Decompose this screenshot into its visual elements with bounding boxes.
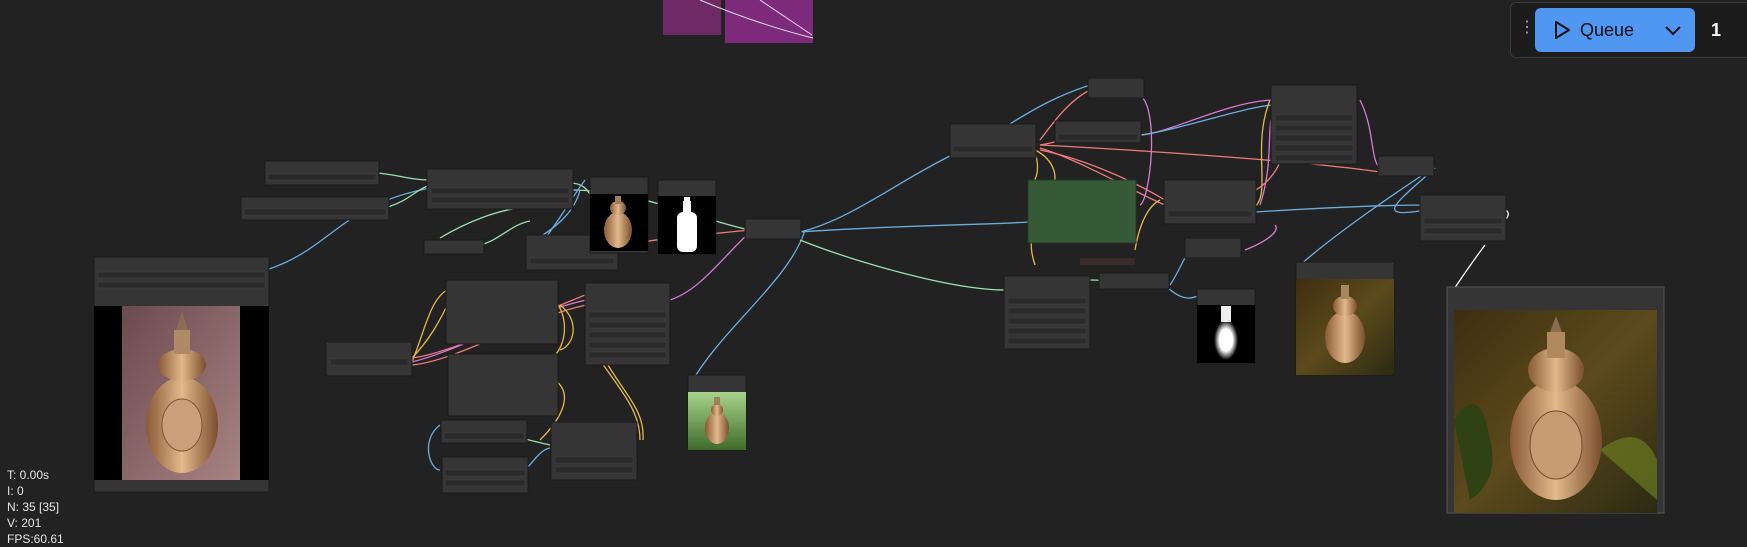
mask-preview-node[interactable] [657, 179, 717, 255]
green-preview-node[interactable] [687, 374, 747, 451]
node[interactable] [744, 218, 802, 240]
queue-button[interactable]: Queue [1535, 8, 1695, 52]
node[interactable] [1054, 120, 1142, 144]
vertical-dots-icon[interactable]: ⋮ [1519, 20, 1535, 36]
node[interactable] [1098, 272, 1170, 290]
node[interactable] [445, 279, 559, 345]
node[interactable] [1087, 77, 1145, 99]
stat-iterations: I: 0 [7, 484, 24, 498]
node[interactable] [440, 419, 528, 444]
node[interactable] [949, 123, 1037, 159]
stat-vertices: V: 201 [7, 516, 42, 530]
stats-overlay: T: 0.00s I: 0 N: 35 [35] V: 201 FPS:60.6… [7, 467, 64, 547]
queue-label: Queue [1580, 20, 1635, 40]
green-group[interactable] [1027, 179, 1137, 244]
node[interactable] [423, 239, 485, 255]
bottle-preview-node[interactable] [589, 176, 649, 254]
node[interactable] [550, 421, 638, 481]
node[interactable] [240, 196, 390, 221]
load-image-node[interactable] [93, 256, 270, 493]
node[interactable] [584, 282, 671, 366]
node[interactable] [1003, 275, 1091, 350]
node[interactable] [264, 160, 380, 186]
node[interactable] [1419, 194, 1507, 242]
mask-preview-node[interactable] [1196, 288, 1256, 364]
batch-count-input[interactable]: 1 [1711, 20, 1721, 41]
node[interactable] [1184, 237, 1242, 259]
node[interactable] [447, 353, 559, 417]
node[interactable] [325, 341, 413, 377]
queue-toolbar: ⋮ Queue 1 [1510, 2, 1747, 58]
node[interactable] [1270, 84, 1358, 165]
node[interactable] [1377, 155, 1435, 177]
chevron-down-icon[interactable] [1663, 20, 1683, 40]
result-preview-node[interactable] [1295, 261, 1395, 376]
node[interactable] [426, 168, 574, 210]
node[interactable] [441, 456, 529, 494]
stat-fps: FPS:60.61 [7, 532, 64, 546]
node[interactable] [1163, 179, 1257, 225]
node-graph-canvas[interactable] [0, 0, 1747, 544]
stat-time: T: 0.00s [7, 468, 50, 482]
play-icon [1555, 21, 1570, 39]
save-image-node[interactable] [1446, 286, 1665, 514]
stat-nodes: N: 35 [35] [7, 500, 60, 514]
